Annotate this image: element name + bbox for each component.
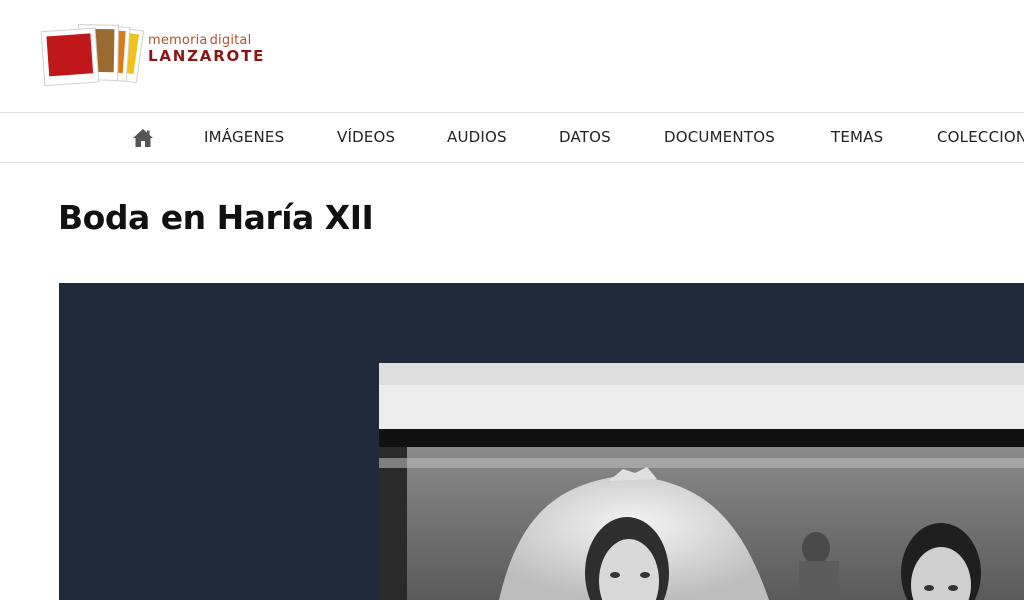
nav-item-colecciones[interactable]: COLECCIONES [937,113,1024,162]
logo-word-memoria: memoria [148,33,208,48]
nav-item-imagenes[interactable]: IMÁGENES [204,113,284,162]
nav-item-datos[interactable]: DATOS [559,113,611,162]
nav-item-videos[interactable]: VÍDEOS [337,113,395,162]
home-icon[interactable] [132,128,154,148]
nav-item-audios[interactable]: AUDIOS [447,113,507,162]
wedding-photo[interactable] [379,363,1024,600]
logo-word-digital: digital [209,33,252,48]
nav-item-documentos[interactable]: DOCUMENTOS [664,113,775,162]
logo-photos-icon [40,24,145,87]
logo-line-1: memoria digital [148,34,265,47]
image-viewer[interactable] [59,283,1024,600]
page-title: Boda en Haría XII [58,198,374,237]
logo-word-lanzarote: LANZAROTE [148,47,266,65]
site-header: memoria digital LANZAROTE [0,0,1024,112]
site-logo[interactable]: memoria digital LANZAROTE [40,20,270,90]
logo-wordmark: memoria digital LANZAROTE [148,34,265,64]
nav-item-temas[interactable]: TEMAS [831,113,883,162]
main-nav: IMÁGENES VÍDEOS AUDIOS DATOS DOCUMENTOS … [0,112,1024,163]
